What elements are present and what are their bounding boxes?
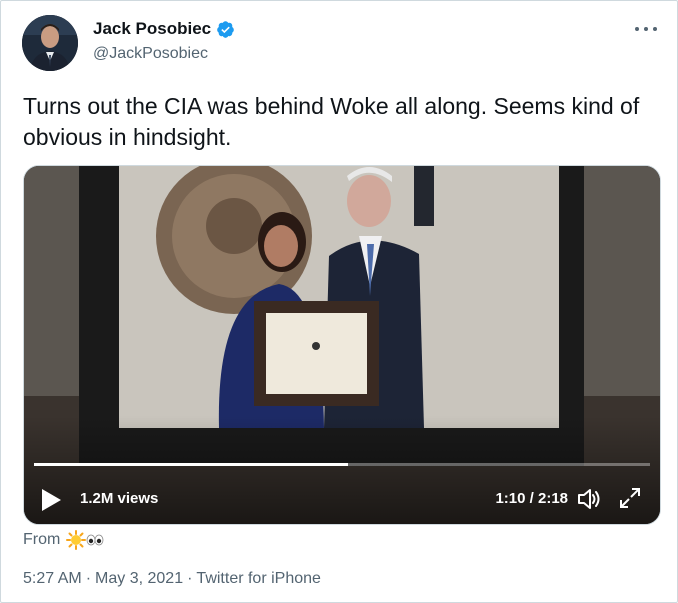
volume-icon[interactable] [576, 486, 602, 512]
video-frame [24, 166, 660, 524]
video-progress-bar[interactable] [34, 463, 650, 466]
from-label: From [23, 531, 61, 548]
eyes-emoji-icon [86, 534, 104, 546]
tweet-meta: 5:27 AM · May 3, 2021 · Twitter for iPhone [23, 570, 321, 588]
avatar[interactable] [22, 15, 78, 71]
from-row: From [23, 530, 104, 550]
meta-separator: · [187, 570, 193, 587]
video-time: 1:10 / 2:18 [495, 490, 568, 507]
play-icon[interactable] [40, 488, 62, 512]
sun-emoji-icon [66, 530, 87, 550]
display-name[interactable]: Jack Posobiec [93, 19, 211, 39]
fullscreen-icon[interactable] [618, 486, 642, 510]
handle[interactable]: @JackPosobiec [93, 45, 208, 63]
author-name-row: Jack Posobiec [93, 19, 235, 39]
tweet-time[interactable]: 5:27 AM [23, 570, 82, 587]
tweet-date[interactable]: May 3, 2021 [95, 570, 183, 587]
tweet-text: Turns out the CIA was behind Woke all al… [23, 93, 640, 150]
video-player[interactable]: 1.2M views 1:10 / 2:18 [23, 165, 661, 525]
verified-badge-icon [217, 20, 234, 38]
video-progress-fill [34, 463, 349, 466]
more-options-icon[interactable] [635, 19, 657, 39]
avatar-image [22, 15, 78, 71]
meta-separator: · [85, 570, 92, 587]
tweet-card: Jack Posobiec @JackPosobiec Turns out th… [0, 0, 678, 603]
video-view-count: 1.2M views [80, 490, 159, 507]
tweet-source[interactable]: Twitter for iPhone [196, 570, 321, 587]
